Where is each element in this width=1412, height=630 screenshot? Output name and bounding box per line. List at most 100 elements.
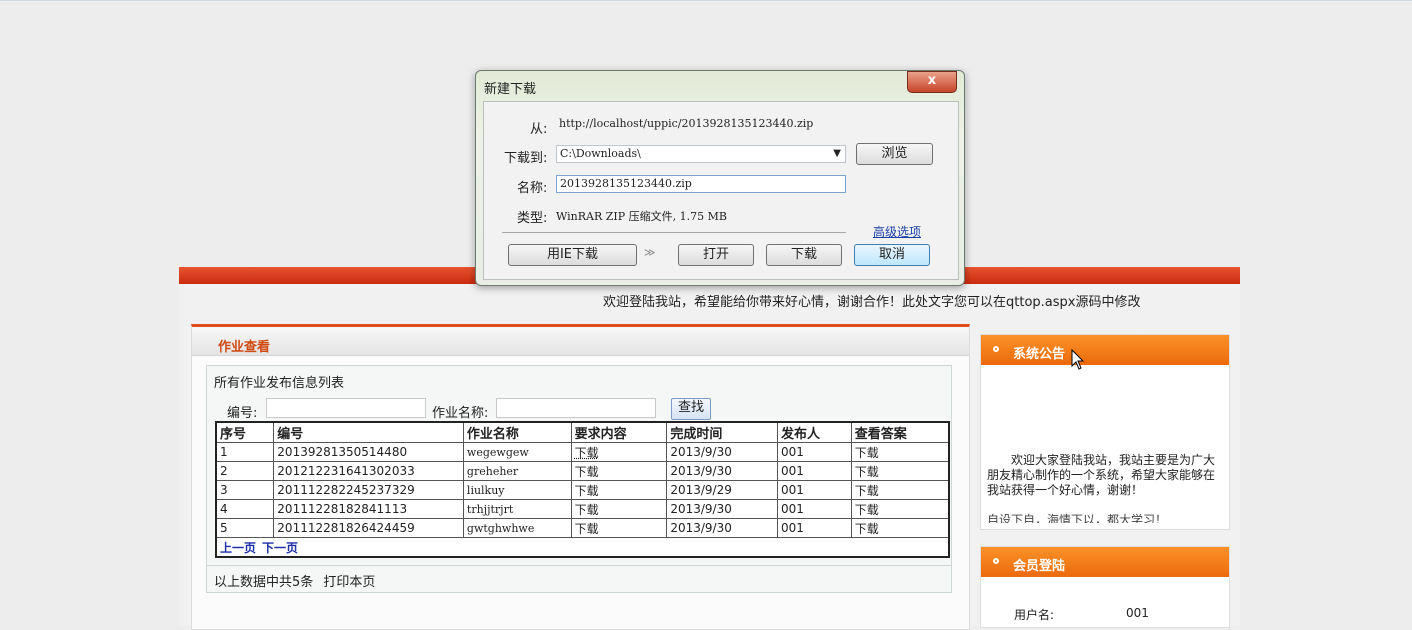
save-to-select[interactable]: C:\Downloads\ ▼ [556, 145, 846, 163]
header-due: 完成时间 [666, 421, 778, 443]
list-footer: 以上数据中共5条 打印本页 [206, 565, 952, 593]
open-button[interactable]: 打开 [678, 244, 754, 266]
panel-header [192, 327, 969, 356]
cell-due: 2013/9/30 [666, 442, 778, 462]
requirement-download-link[interactable]: 下载 [570, 461, 668, 481]
code-label: 编号: [227, 406, 258, 421]
login-header: 会员登陆 [981, 547, 1229, 577]
file-type-value: WinRAR ZIP 压缩文件, 1.75 MB [556, 210, 727, 223]
cell-due: 2013/9/30 [666, 461, 778, 481]
pager-row: 上一页 下一页 [215, 537, 950, 558]
cell-code: 201112282245237329 [273, 480, 464, 500]
bullet-icon [993, 558, 999, 564]
username-label: 用户名: [1014, 608, 1055, 622]
table-row: 1 20139281350514480 wegewgew 下载 2013/9/3… [215, 442, 950, 462]
answer-download-link[interactable]: 下载 [850, 442, 950, 462]
member-login-panel: 会员登陆 用户名: 001 [980, 546, 1230, 628]
cell-index: 4 [215, 499, 275, 519]
record-count-text: 以上数据中共5条 [214, 575, 314, 590]
announcement-more-text: 自设下自，海情下以，都大学习！ [987, 513, 1168, 523]
announcement-panel: 系统公告 欢迎大家登陆我站，我站主要是为广大朋友精心制作的一个系统，希望大家能够… [980, 334, 1230, 530]
dialog-title: 新建下载 [484, 82, 537, 97]
cell-code: 201112281826424459 [273, 518, 464, 538]
header-publisher: 发布人 [777, 421, 852, 443]
header-index: 序号 [215, 421, 275, 443]
answer-download-link[interactable]: 下载 [850, 499, 950, 519]
name-label: 名称: [517, 181, 548, 196]
requirement-download-link[interactable]: 下载 [570, 518, 668, 538]
close-button[interactable]: x [907, 71, 957, 93]
requirement-download-link[interactable]: 下载 [570, 499, 668, 519]
prev-page-link[interactable]: 上一页 [220, 541, 256, 555]
homework-name-label: 作业名称: [432, 406, 489, 421]
cell-name: wegewgew [462, 442, 572, 462]
search-row: 编号: 作业名称: 查找 [207, 398, 951, 421]
announcement-title: 系统公告 [1013, 347, 1066, 362]
announcement-header: 系统公告 [981, 335, 1229, 365]
cell-index: 1 [215, 442, 275, 462]
table-header-row: 序号 编号 作业名称 要求内容 完成时间 发布人 查看答案 [215, 421, 950, 443]
answer-download-link[interactable]: 下载 [850, 480, 950, 500]
download-with-ie-button[interactable]: 用IE下载 [508, 244, 637, 266]
advanced-options-link[interactable]: 高级选项 [873, 223, 921, 240]
table-row: 2 201212231641302033 greheher 下载 2013/9/… [215, 461, 950, 481]
header-answer: 查看答案 [850, 421, 950, 443]
cell-index: 5 [215, 518, 275, 538]
divider [502, 232, 846, 233]
cell-publisher: 001 [777, 518, 852, 538]
login-title: 会员登陆 [1013, 559, 1066, 574]
file-name-input[interactable]: 2013928135123440.zip [556, 175, 846, 193]
list-title: 所有作业发布信息列表 [214, 376, 345, 391]
cell-code: 201212231641302033 [273, 461, 464, 481]
cell-name: liulkuy [462, 480, 572, 500]
download-button[interactable]: 下载 [766, 244, 842, 266]
browse-button[interactable]: 浏览 [856, 143, 933, 165]
cell-due: 2013/9/29 [666, 480, 778, 500]
close-icon: x [927, 73, 937, 88]
header-requirement: 要求内容 [570, 421, 668, 443]
announcement-text: 欢迎大家登陆我站，我站主要是为广大朋友精心制作的一个系统，希望大家能够在我站获得… [987, 453, 1216, 497]
header-code: 编号 [273, 421, 464, 443]
homework-panel: 作业查看 所有作业发布信息列表 编号: 作业名称: 查找 序号 编号 作业名称 … [191, 324, 970, 630]
cell-index: 2 [215, 461, 275, 481]
pager: 上一页 下一页 [215, 537, 950, 558]
code-input[interactable] [266, 398, 426, 418]
cell-name: gwtghwhwe [462, 518, 572, 538]
cancel-button[interactable]: 取消 [854, 244, 930, 266]
cell-publisher: 001 [777, 480, 852, 500]
cell-name: trhjjtrjrt [462, 499, 572, 519]
dropdown-arrow-icon: ▼ [833, 148, 841, 159]
requirement-download-link[interactable]: 下载 [570, 480, 668, 500]
chevron-down-icon[interactable]: ≫ [644, 246, 656, 259]
cell-publisher: 001 [777, 442, 852, 462]
homework-name-input[interactable] [496, 398, 656, 418]
answer-download-link[interactable]: 下载 [850, 518, 950, 538]
next-page-link[interactable]: 下一页 [262, 541, 298, 555]
from-url: http://localhost/uppic/2013928135123440.… [559, 117, 814, 130]
new-download-dialog: 新建下载 x 从: http://localhost/uppic/2013928… [475, 70, 965, 286]
find-button[interactable]: 查找 [671, 398, 711, 420]
table-row: 3 201112282245237329 liulkuy 下载 2013/9/2… [215, 480, 950, 500]
footer-text: 以上数据中共5条 打印本页 [214, 571, 375, 590]
bullet-icon [993, 346, 999, 352]
dialog-body: 从: http://localhost/uppic/20139281351234… [483, 101, 959, 280]
mouse-cursor-icon [1071, 349, 1085, 370]
print-page-link[interactable]: 打印本页 [323, 575, 375, 590]
username-value[interactable]: 001 [1126, 606, 1149, 620]
save-to-value: C:\Downloads\ [560, 147, 641, 160]
cell-index: 3 [215, 480, 275, 500]
type-label: 类型: [517, 211, 548, 226]
from-label: 从: [530, 122, 548, 137]
cell-code: 20139281350514480 [273, 442, 464, 462]
requirement-download-link[interactable]: 下载 [570, 442, 668, 462]
top-border [0, 0, 1412, 1]
save-to-label: 下载到: [504, 151, 548, 166]
table-row: 5 201112281826424459 gwtghwhwe 下载 2013/9… [215, 518, 950, 538]
panel-title: 作业查看 [218, 340, 271, 355]
cell-name: greheher [462, 461, 572, 481]
answer-download-link[interactable]: 下载 [850, 461, 950, 481]
cell-publisher: 001 [777, 499, 852, 519]
cell-code: 20111228182841113 [273, 499, 464, 519]
cell-due: 2013/9/30 [666, 499, 778, 519]
homework-list-box: 所有作业发布信息列表 编号: 作业名称: 查找 序号 编号 作业名称 要求内容 … [206, 365, 952, 593]
